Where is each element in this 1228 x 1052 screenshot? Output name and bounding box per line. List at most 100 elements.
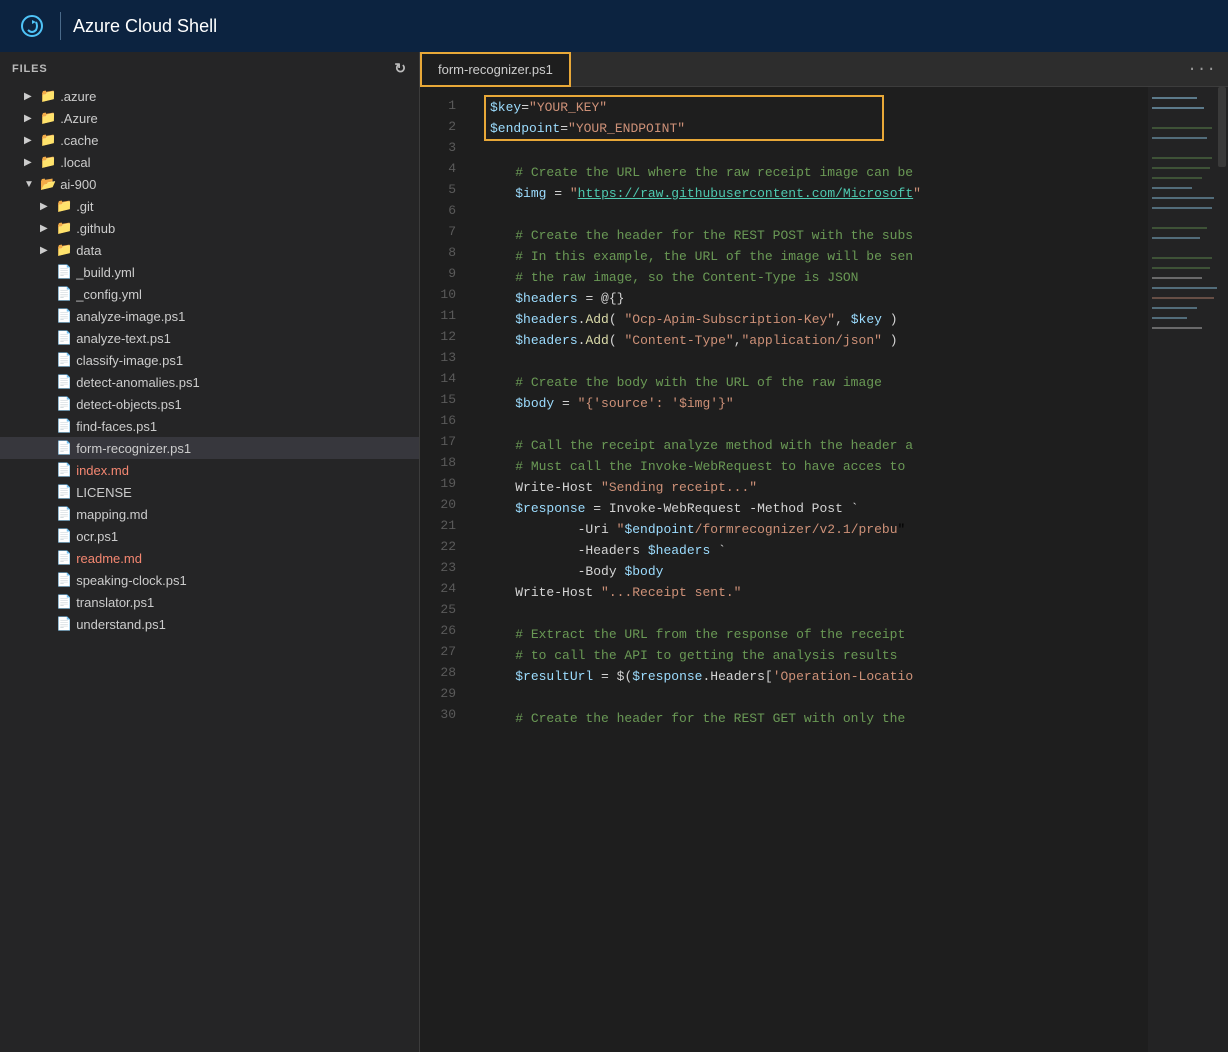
sidebar-item-azure-dot[interactable]: ▶ 📁 .azure — [0, 85, 419, 107]
chevron-right-icon: ▶ — [24, 157, 40, 168]
tree-label: readme.md — [76, 551, 142, 566]
code-editor: 1 2 3 4 5 6 7 8 9 10 11 12 13 14 15 16 1… — [420, 87, 1228, 1052]
code-line-19: Write-Host "Sending receipt..." — [484, 477, 1148, 498]
code-content[interactable]: $key="YOUR_KEY" $endpoint="YOUR_ENDPOINT… — [468, 87, 1148, 1052]
sidebar-item-form-recognizer[interactable]: 📄 form-recognizer.ps1 — [0, 437, 419, 459]
folder-icon: 📁 — [40, 154, 56, 170]
tree-label: analyze-text.ps1 — [76, 331, 171, 346]
sidebar-item-translator[interactable]: 📄 translator.ps1 — [0, 591, 419, 613]
chevron-right-icon: ▶ — [24, 135, 40, 146]
code-line-10: $headers = @{} — [484, 288, 1148, 309]
code-line-13 — [484, 351, 1148, 372]
code-line-17: # Call the receipt analyze method with t… — [484, 435, 1148, 456]
file-icon: 📄 — [56, 418, 72, 434]
minimap-canvas — [1148, 87, 1228, 1052]
sidebar-item-cache-dot[interactable]: ▶ 📁 .cache — [0, 129, 419, 151]
folder-icon: 📁 — [40, 132, 56, 148]
folder-icon: 📁 — [40, 110, 56, 126]
file-icon: 📄 — [56, 440, 72, 456]
editor-area: form-recognizer.ps1 ··· 1 2 3 4 5 6 7 8 … — [420, 52, 1228, 1052]
file-icon: 📄 — [56, 550, 72, 566]
code-line-7: # Create the header for the REST POST wi… — [484, 225, 1148, 246]
folder-icon: 📂 — [40, 176, 56, 192]
sidebar-item-index-md[interactable]: 📄 index.md — [0, 459, 419, 481]
sidebar-item-local-dot[interactable]: ▶ 📁 .local — [0, 151, 419, 173]
tab-bar: form-recognizer.ps1 ··· — [420, 52, 1228, 87]
file-icon: 📄 — [56, 264, 72, 280]
file-icon: 📄 — [56, 374, 72, 390]
tree-label: .git — [76, 199, 93, 214]
sidebar-item-detect-objects[interactable]: 📄 detect-objects.ps1 — [0, 393, 419, 415]
tree-label: detect-objects.ps1 — [76, 397, 182, 412]
code-line-12: $headers.Add( "Content-Type","applicatio… — [484, 330, 1148, 351]
tab-form-recognizer[interactable]: form-recognizer.ps1 — [420, 52, 571, 87]
sidebar-item-github[interactable]: ▶ 📁 .github — [0, 217, 419, 239]
sidebar-item-ai-900[interactable]: ▼ 📂 ai-900 — [0, 173, 419, 195]
tree-label: translator.ps1 — [76, 595, 154, 610]
chevron-right-icon: ▶ — [24, 91, 40, 102]
sidebar-item-data[interactable]: ▶ 📁 data — [0, 239, 419, 261]
sidebar-item-understand[interactable]: 📄 understand.ps1 — [0, 613, 419, 635]
azure-refresh-icon[interactable] — [16, 10, 48, 42]
tree-label: .azure — [60, 89, 96, 104]
file-icon: 📄 — [56, 462, 72, 478]
code-line-11: $headers.Add( "Ocp-Apim-Subscription-Key… — [484, 309, 1148, 330]
tab-more-label: ··· — [1187, 60, 1216, 78]
tree-label: mapping.md — [76, 507, 148, 522]
sidebar-item-config-yml[interactable]: 📄 _config.yml — [0, 283, 419, 305]
code-line-15: $body = "{'source': '$img'}" — [484, 393, 1148, 414]
line-numbers: 1 2 3 4 5 6 7 8 9 10 11 12 13 14 15 16 1… — [420, 87, 468, 1052]
minimap — [1148, 87, 1228, 1052]
file-icon: 📄 — [56, 506, 72, 522]
folder-icon: 📁 — [40, 88, 56, 104]
sidebar-item-analyze-text[interactable]: 📄 analyze-text.ps1 — [0, 327, 419, 349]
header-divider — [60, 12, 61, 40]
file-icon: 📄 — [56, 330, 72, 346]
tree-label: LICENSE — [76, 485, 132, 500]
code-line-6 — [484, 204, 1148, 225]
tree-label: detect-anomalies.ps1 — [76, 375, 200, 390]
tree-label: analyze-image.ps1 — [76, 309, 185, 324]
code-line-5: $img = "https://raw.githubusercontent.co… — [484, 183, 1148, 204]
sidebar-item-Azure-dot[interactable]: ▶ 📁 .Azure — [0, 107, 419, 129]
code-line-8: # In this example, the URL of the image … — [484, 246, 1148, 267]
tab-more-button[interactable]: ··· — [1175, 60, 1228, 78]
sidebar-item-find-faces[interactable]: 📄 find-faces.ps1 — [0, 415, 419, 437]
tree-label: .local — [60, 155, 90, 170]
code-line-1: $key="YOUR_KEY" — [490, 97, 878, 118]
sidebar-item-git[interactable]: ▶ 📁 .git — [0, 195, 419, 217]
tree-label: ocr.ps1 — [76, 529, 118, 544]
code-line-25 — [484, 603, 1148, 624]
code-line-16 — [484, 414, 1148, 435]
chevron-right-icon: ▶ — [40, 245, 56, 256]
folder-icon: 📁 — [56, 242, 72, 258]
code-line-18: # Must call the Invoke-WebRequest to hav… — [484, 456, 1148, 477]
chevron-down-icon: ▼ — [24, 179, 40, 190]
sidebar-item-readme-md[interactable]: 📄 readme.md — [0, 547, 419, 569]
sidebar-item-mapping-md[interactable]: 📄 mapping.md — [0, 503, 419, 525]
file-icon: 📄 — [56, 528, 72, 544]
sidebar-item-ocr[interactable]: 📄 ocr.ps1 — [0, 525, 419, 547]
sidebar-item-classify-image[interactable]: 📄 classify-image.ps1 — [0, 349, 419, 371]
tree-label: classify-image.ps1 — [76, 353, 183, 368]
sidebar-item-analyze-image[interactable]: 📄 analyze-image.ps1 — [0, 305, 419, 327]
tree-label: data — [76, 243, 101, 258]
code-line-28: $resultUrl = $($response.Headers['Operat… — [484, 666, 1148, 687]
sidebar-refresh-icon[interactable]: ↻ — [394, 60, 407, 77]
tree-label: understand.ps1 — [76, 617, 166, 632]
app-title: Azure Cloud Shell — [73, 16, 217, 37]
sidebar-item-license[interactable]: 📄 LICENSE — [0, 481, 419, 503]
code-line-27: # to call the API to getting the analysi… — [484, 645, 1148, 666]
code-line-20: $response = Invoke-WebRequest -Method Po… — [484, 498, 1148, 519]
code-line-24: Write-Host "...Receipt sent." — [484, 582, 1148, 603]
sidebar-item-speaking-clock[interactable]: 📄 speaking-clock.ps1 — [0, 569, 419, 591]
code-line-14: # Create the body with the URL of the ra… — [484, 372, 1148, 393]
file-icon: 📄 — [56, 572, 72, 588]
folder-icon: 📁 — [56, 220, 72, 236]
sidebar-item-detect-anomalies[interactable]: 📄 detect-anomalies.ps1 — [0, 371, 419, 393]
sidebar-item-build-yml[interactable]: 📄 _build.yml — [0, 261, 419, 283]
tree-label: index.md — [76, 463, 129, 478]
code-line-22: -Headers $headers ` — [484, 540, 1148, 561]
code-line-21: -Uri "$endpoint/formrecognizer/v2.1/preb… — [484, 519, 1148, 540]
tree-label: .github — [76, 221, 115, 236]
